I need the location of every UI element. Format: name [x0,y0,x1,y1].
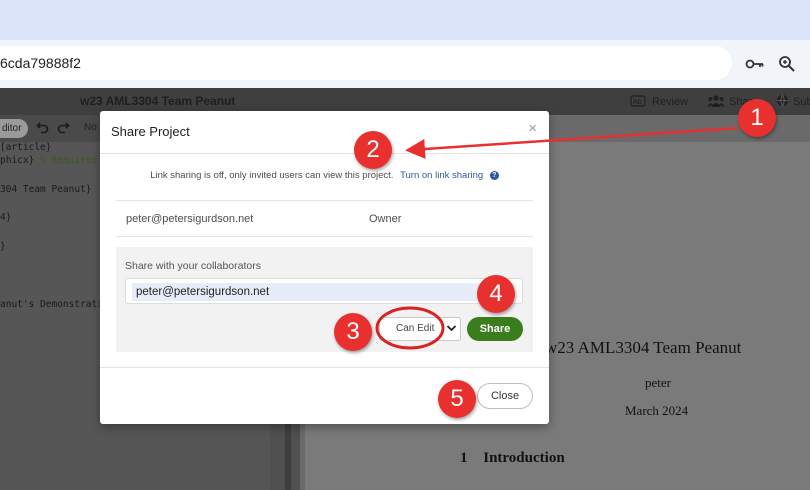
modal-footer: Close [100,367,549,424]
link-sharing-text: Link sharing is off, only invited users … [150,170,394,181]
submit-label: Sub [793,96,810,108]
review-label: Review [652,96,689,108]
annotation-badge-2: 2 [354,131,392,169]
code-line: [article} [0,142,52,153]
zoom-icon[interactable] [775,52,799,76]
pdf-author: peter [645,375,671,390]
code-line: phicx} % Required f [0,155,109,166]
editor-mode-toggle[interactable]: ditor [0,119,28,138]
member-row: peter@petersigurdson.net Owner [116,200,533,237]
pdf-section-title: Introduction [483,450,565,466]
url-text: 6cda79888f2 [0,55,81,71]
code-line: anut's Demonstratio [0,299,109,310]
close-icon[interactable]: × [528,120,537,137]
share-with-label: Share with your collaborators [125,260,261,272]
link-sharing-notice: Link sharing is off, only invited users … [100,170,549,181]
pdf-date: March 2024 [625,403,689,418]
users-icon [707,94,725,111]
review-button[interactable]: Ab Review [630,92,688,112]
browser-tab-strip [0,0,810,40]
review-icon: Ab [630,94,648,111]
annotation-badge-4: 4 [477,275,515,313]
browser-address-bar: 6cda79888f2 [0,40,810,88]
share-collaborators-panel: Share with your collaborators peter@pete… [116,247,533,352]
help-icon[interactable]: ? [489,170,499,180]
share-project-modal: Share Project × Link sharing is off, onl… [100,111,549,424]
owner-role: Owner [369,213,402,225]
collaborator-email-token[interactable]: peter@petersigurdson.net [132,283,480,301]
collaborator-email-input[interactable]: peter@petersigurdson.net [125,278,523,304]
code-line: 304 Team Peanut} [0,184,92,195]
owner-email: peter@petersigurdson.net [126,213,254,225]
svg-text:Ab: Ab [633,99,642,106]
annotation-badge-3: 3 [334,313,372,351]
pdf-section-heading: 1 Introduction [460,450,565,467]
key-icon[interactable] [743,52,767,76]
permission-select[interactable]: Can Edit [379,317,461,341]
modal-title: Share Project [111,124,190,139]
chevron-down-icon [446,321,457,338]
normal-text-dropdown[interactable]: No [84,122,97,133]
undo-icon[interactable] [36,120,50,139]
project-title: w23 AML3304 Team Peanut [80,94,236,108]
annotation-badge-5: 5 [438,380,476,418]
close-button[interactable]: Close [477,383,533,409]
redo-icon[interactable] [56,120,70,139]
submit-button[interactable]: Sub [776,92,810,112]
annotation-badge-1: 1 [738,99,776,137]
modal-header: Share Project × [100,111,549,154]
share-button[interactable]: Share [467,317,523,341]
pdf-section-number: 1 [460,450,468,466]
code-line: } [0,241,6,252]
code-line: 4} [0,212,12,223]
url-field[interactable]: 6cda79888f2 [0,46,732,80]
globe-icon [776,94,789,110]
permission-value: Can Edit [396,323,435,334]
turn-on-link-sharing-link[interactable]: Turn on link sharing [400,170,483,181]
pdf-title: w23 AML3304 Team Peanut [545,338,742,357]
